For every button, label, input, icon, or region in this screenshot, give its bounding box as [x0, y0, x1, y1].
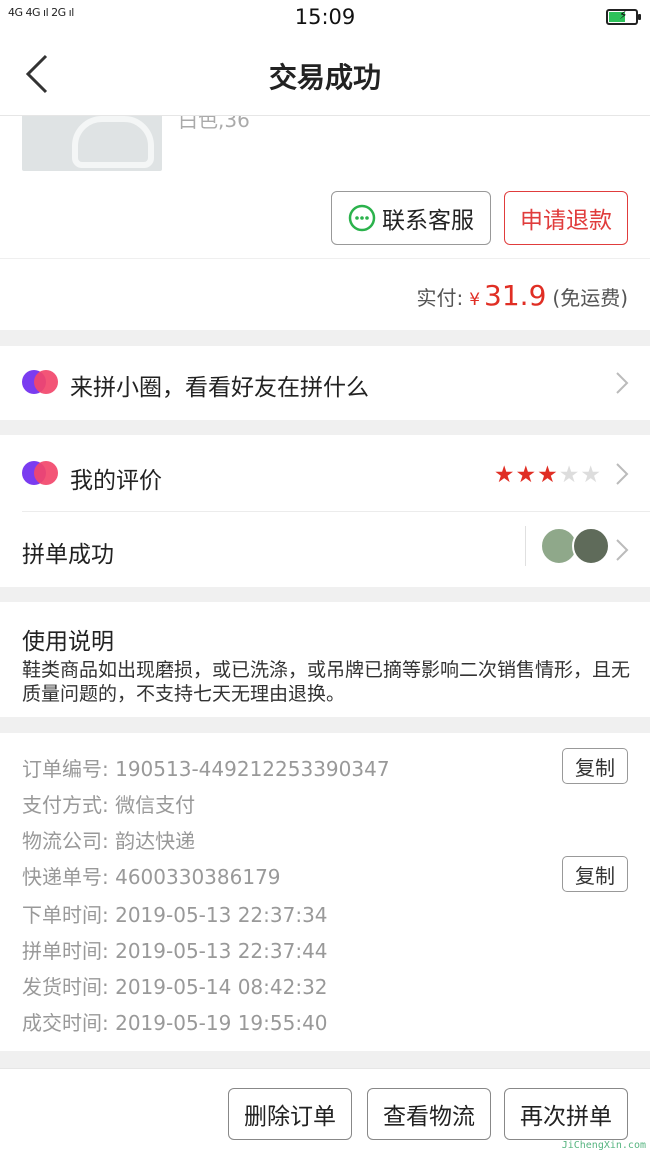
delete-order-button[interactable]: 删除订单 — [228, 1088, 352, 1140]
review-label: 我的评价 — [70, 468, 162, 494]
order-row: 订单编号: 190513-449212253390347 — [22, 757, 390, 781]
group-members[interactable] — [525, 526, 610, 566]
payment-summary: 实付: ¥ 31.9 (免运费) — [0, 258, 650, 330]
watermark-url: JiChengXin.com — [561, 1140, 646, 1151]
watermark: JiChengXin.com — [562, 1140, 646, 1151]
contact-service-label: 联系客服 — [382, 208, 474, 234]
reorder-group-button[interactable]: 再次拼单 — [504, 1088, 628, 1140]
star-empty-icon: ★ — [580, 462, 602, 488]
order-row: 支付方式: 微信支付 — [22, 793, 196, 817]
star-empty-icon: ★ — [558, 462, 581, 488]
payment-label: 实付: — [416, 286, 464, 310]
order-info: 订单编号: 190513-449212253390347 复制 支付方式: 微信… — [0, 733, 650, 1051]
product-thumbnail[interactable] — [22, 116, 162, 171]
chevron-right-icon[interactable] — [614, 537, 630, 563]
star-filled-icon: ★ — [493, 462, 516, 488]
payment-amount: 31.9 — [484, 279, 547, 312]
pinduoduo-circle-icon — [22, 370, 58, 396]
review-section: 我的评价 ★★★★★ 拼单成功 — [0, 435, 650, 587]
divider — [22, 511, 650, 512]
friend-circle-row[interactable]: 来拼小圈，看看好友在拼什么 — [0, 346, 650, 420]
status-time: 15:09 — [294, 5, 356, 29]
usage-heading: 使用说明 — [22, 629, 114, 655]
order-row: 发货时间: 2019-05-14 08:42:32 — [22, 975, 328, 999]
battery-icon: ⚡ — [606, 8, 641, 25]
order-row: 物流公司: 韵达快递 — [22, 829, 196, 853]
order-row: 下单时间: 2019-05-13 22:37:34 — [22, 903, 328, 927]
page-title: 交易成功 — [268, 61, 381, 94]
copy-order-number-button[interactable]: 复制 — [562, 748, 628, 784]
shipping-note: (免运费) — [552, 286, 628, 310]
friend-circle-label: 来拼小圈，看看好友在拼什么 — [70, 375, 369, 401]
star-filled-icon: ★ — [515, 462, 538, 488]
bottom-action-bar: 删除订单 查看物流 再次拼单 JiChengXin.com — [0, 1068, 650, 1155]
order-row: 拼单时间: 2019-05-13 22:37:44 — [22, 939, 328, 963]
chevron-right-icon — [614, 370, 630, 396]
copy-tracking-number-button[interactable]: 复制 — [562, 856, 628, 892]
order-row: 成交时间: 2019-05-19 19:55:40 — [22, 1011, 328, 1035]
chevron-right-icon[interactable] — [614, 461, 630, 487]
review-icon — [22, 461, 58, 487]
status-bar: 4G 4G ıl 2G ıl 15:09 ⚡ — [0, 0, 650, 36]
view-logistics-button[interactable]: 查看物流 — [367, 1088, 491, 1140]
rating-stars[interactable]: ★★★★★ — [494, 462, 602, 488]
order-row: 快递单号: 4600330386179 — [22, 865, 281, 889]
usage-instructions: 使用说明 鞋类商品如出现磨损，或已洗涤，或吊牌已摘等影响二次销售情形，且无质量问… — [0, 602, 650, 717]
nav-bar: 交易成功 — [0, 36, 650, 116]
product-sku: 白色,36 — [178, 116, 250, 132]
star-filled-icon: ★ — [537, 462, 559, 488]
group-success-label: 拼单成功 — [22, 542, 114, 568]
usage-text: 鞋类商品如出现磨损，或已洗涤，或吊牌已摘等影响二次销售情形，且无质量问题的，不支… — [22, 659, 631, 705]
currency-symbol: ¥ — [469, 290, 481, 310]
chat-icon — [348, 204, 376, 232]
contact-service-button[interactable]: 联系客服 — [331, 191, 491, 245]
product-card: 白色,36 联系客服 申请退款 — [0, 116, 650, 258]
request-refund-button[interactable]: 申请退款 — [504, 191, 628, 245]
avatar — [572, 527, 610, 565]
